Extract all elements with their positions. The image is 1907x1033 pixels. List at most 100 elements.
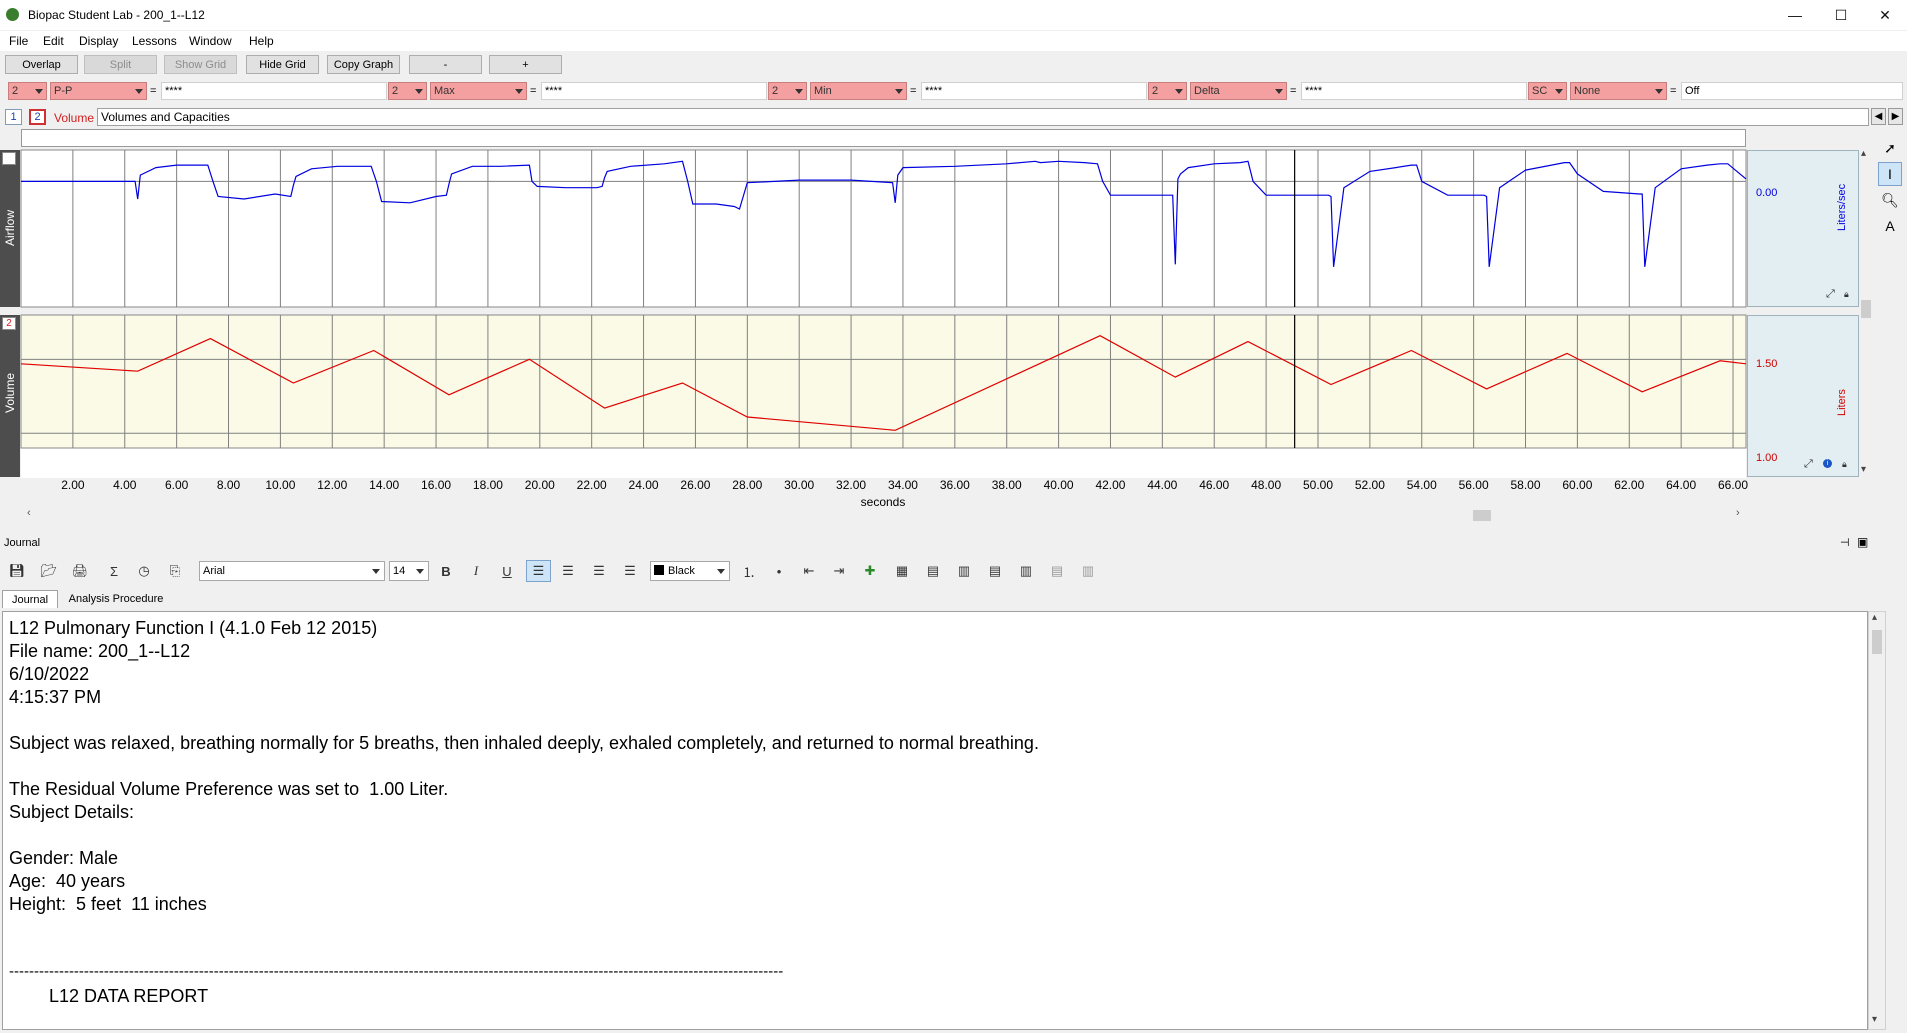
close-button[interactable]: ✕ [1862,0,1907,30]
text-color-select[interactable]: Black [650,561,730,581]
volume-plot[interactable] [20,314,1747,449]
scroll-thumb[interactable] [1473,510,1491,521]
copy-graph-button[interactable]: Copy Graph [327,55,400,74]
insert-table-icon[interactable]: ▦ [892,562,912,580]
scroll-right-arrow-icon[interactable]: › [1736,507,1740,519]
underline-icon[interactable]: U [497,562,517,580]
justify-icon[interactable]: ☰ [620,562,640,580]
show-grid-button[interactable]: Show Grid [164,55,237,74]
scroll-left-icon[interactable]: ◀ [1871,108,1886,125]
measure-2-channel-select[interactable]: 2 [388,82,427,100]
journal-text-area[interactable]: L12 Pulmonary Function I (4.1.0 Feb 12 2… [2,611,1868,1030]
measure-1-type-select[interactable]: P-P [50,82,147,100]
window-icon[interactable]: ▣ [1857,535,1868,549]
table-insert-row-icon[interactable]: ▤ [985,562,1005,580]
x-tick-label: 26.00 [680,478,710,492]
tab-journal[interactable]: Journal [2,590,58,608]
save-icon[interactable]: 💾︎ [7,562,27,580]
font-size-select[interactable]: 14 [389,561,429,581]
graph-vertical-scrollbar[interactable]: ▴ ▾ [1860,148,1872,477]
autoscale-icon[interactable]: ⤢ [1826,288,1835,301]
channel-2-scale-box[interactable]: 1.50 1.00 Liters ⤢ i 🔒︎ [1747,315,1859,477]
measure-2-type-select[interactable]: Max [430,82,527,100]
zoom-out-button[interactable]: - [409,55,482,74]
scroll-thumb[interactable] [1861,300,1871,318]
italic-icon[interactable]: I [466,562,486,580]
scroll-down-arrow-icon[interactable]: ▾ [1872,1014,1877,1025]
measure-4-type-select[interactable]: Delta [1190,82,1287,100]
lock-icon[interactable]: 🔒︎ [1844,289,1849,300]
channel-2-unit: Liters [1836,389,1848,416]
x-tick-label: 60.00 [1562,478,1592,492]
graph-svg[interactable]: 2.00 4.00 6.00 8.00 10.00 12.00 14.00 16.00 18.0… [0,128,1870,508]
x-tick-label: 12.00 [317,478,347,492]
x-tick-label: 2.00 [61,478,85,492]
x-tick-label: 40.00 [1044,478,1074,492]
journal-tabs: Journal Analysis Procedure [0,589,1907,609]
menu-display[interactable]: Display [79,34,118,48]
paste-measurement-icon[interactable]: ⎘ [165,562,185,580]
scroll-thumb[interactable] [1872,630,1882,654]
open-icon[interactable]: 📂︎ [39,562,59,580]
table-insert-column-icon[interactable]: ▥ [1016,562,1036,580]
channel-description-field[interactable]: Volumes and Capacities [97,108,1869,126]
channel-1-scale-box[interactable]: 0.00 Liters/sec ⤢ 🔒︎ [1747,150,1859,307]
clock-icon[interactable]: ◷ [134,562,154,580]
autoscale-icon[interactable]: ⤢ [1804,458,1813,471]
x-tick-label: 22.00 [577,478,607,492]
align-left-icon[interactable]: ☰ [526,560,551,582]
font-family-select[interactable]: Arial [199,561,385,581]
scroll-up-arrow-icon[interactable]: ▴ [1861,148,1866,159]
zoom-icon[interactable]: 🔍︎ [1878,188,1902,212]
hide-grid-button[interactable]: Hide Grid [246,55,319,74]
table-delete-row-icon[interactable]: ▤ [1047,562,1067,580]
annotate-icon[interactable]: A [1878,214,1902,238]
measure-1-channel-select[interactable]: 2 [8,82,47,100]
bullet-list-icon[interactable]: • [769,562,789,580]
menu-lessons[interactable]: Lessons [132,34,177,48]
table-delete-column-icon[interactable]: ▥ [1078,562,1098,580]
menu-file[interactable]: File [9,34,28,48]
measure-5-type-select[interactable]: None [1570,82,1667,100]
minimize-button[interactable]: — [1772,0,1818,30]
equals-sign: = [910,85,917,97]
table-column-icon[interactable]: ▥ [954,562,974,580]
channel-1-button[interactable]: 1 [5,109,22,125]
scroll-left-arrow-icon[interactable]: ‹ [27,507,31,519]
zoom-in-button[interactable]: + [489,55,562,74]
print-icon[interactable]: 🖨︎ [70,562,90,580]
measure-5-channel-select[interactable]: SC [1528,82,1567,100]
info-icon[interactable]: i [1823,459,1832,468]
i-beam-cursor-icon[interactable]: I [1878,162,1902,186]
menu-help[interactable]: Help [249,34,274,48]
split-button[interactable]: Split [84,55,157,74]
align-center-icon[interactable]: ☰ [558,562,578,580]
insert-image-icon[interactable]: ✚ [860,562,880,580]
sum-icon[interactable]: Σ [104,562,124,580]
channel-2-button[interactable]: 2 [29,109,46,125]
pin-icon[interactable]: ⊣ [1840,536,1850,549]
menu-edit[interactable]: Edit [43,34,64,48]
table-row-icon[interactable]: ▤ [923,562,943,580]
bold-icon[interactable]: B [436,562,456,580]
menu-window[interactable]: Window [189,34,232,48]
maximize-button[interactable]: ☐ [1818,0,1864,30]
scroll-up-arrow-icon[interactable]: ▴ [1872,612,1877,623]
horizontal-scrollbar[interactable]: ‹ › [21,507,1746,521]
scroll-down-arrow-icon[interactable]: ▾ [1861,464,1866,475]
chevron-down-icon [515,89,523,94]
airflow-plot[interactable] [20,149,1747,308]
numbered-list-icon[interactable]: ⒈ [739,562,759,580]
tab-analysis-procedure[interactable]: Analysis Procedure [60,590,172,608]
measure-3-type-select[interactable]: Min [810,82,907,100]
measure-3-channel-select[interactable]: 2 [768,82,807,100]
align-right-icon[interactable]: ☰ [589,562,609,580]
overlap-button[interactable]: Overlap [5,55,78,74]
journal-vertical-scrollbar[interactable]: ▴ ▾ [1868,611,1886,1030]
measure-4-channel-select[interactable]: 2 [1148,82,1187,100]
scroll-right-icon[interactable]: ▶ [1888,108,1903,125]
arrow-cursor-icon[interactable]: ➚ [1878,136,1902,160]
indent-icon[interactable]: ⇥ [829,562,849,580]
lock-icon[interactable]: 🔒︎ [1842,459,1847,470]
outdent-icon[interactable]: ⇤ [799,562,819,580]
